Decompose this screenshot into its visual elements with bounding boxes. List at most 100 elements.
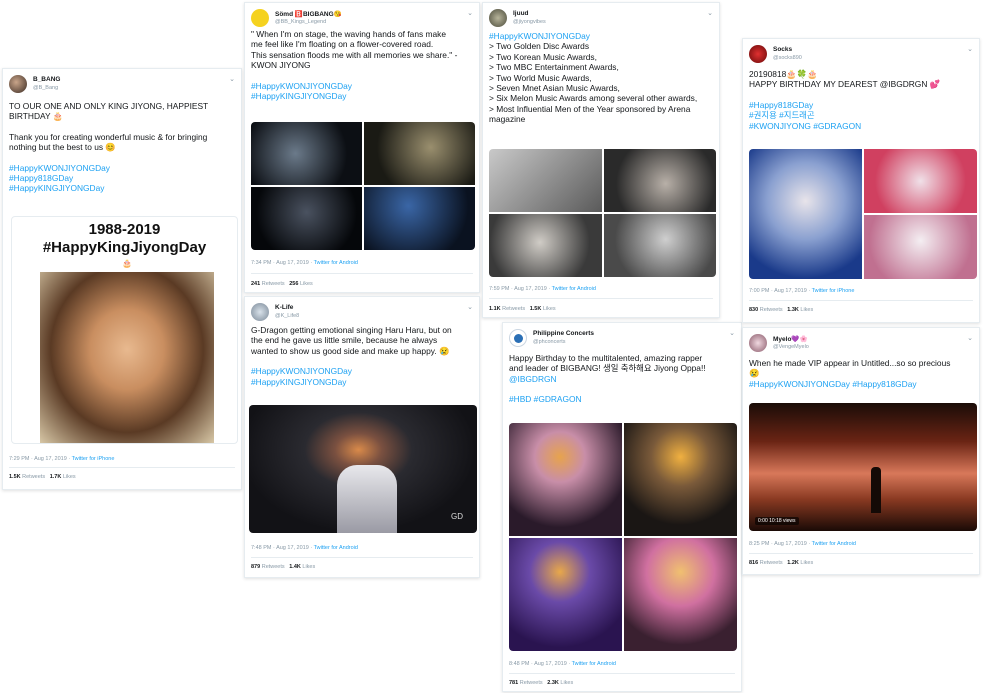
tweet-timestamp[interactable]: 8:48 PM · Aug 17, 2019 · Twitter for And… [509,661,616,667]
tweet-card-philippine-concerts[interactable]: Philippine Concerts @phconcerts ⌄ Happy … [502,322,742,692]
tweet-card-klife[interactable]: K-Life @K_Life8 ⌄ G-Dragon getting emoti… [244,296,480,578]
chevron-down-icon[interactable]: ⌄ [729,329,735,337]
concert-photo[interactable] [251,122,362,185]
like-count[interactable]: 1.3K [787,307,799,313]
hashtag-link[interactable]: #HappyKINGJIYONGDay [251,377,473,387]
display-name[interactable]: Philippine Concerts [533,330,594,337]
chevron-down-icon[interactable]: ⌄ [707,9,713,17]
user-handle[interactable]: @phconcerts [533,339,566,345]
tweet-timestamp[interactable]: 7:34 PM · Aug 17, 2019 · Twitter for And… [251,260,358,266]
video-controls[interactable]: 0:00 10:18 views [755,517,799,525]
retweet-count[interactable]: 830 [749,307,758,313]
chevron-down-icon[interactable]: ⌄ [967,334,973,342]
tweet-image-grid[interactable] [509,423,737,651]
user-handle[interactable]: @VengeMyelo [773,344,809,350]
tweet-card-ijuud[interactable]: Ijuud @jiyongvibes ⌄ #HappyKWONJIYONGDay… [482,2,720,318]
tweet-card-bbang[interactable]: B_BANG @B_Bang ⌄ TO OUR ONE AND ONLY KIN… [2,68,242,490]
concert-photo[interactable] [364,122,475,185]
concert-photo[interactable] [364,187,475,250]
user-handle[interactable]: @BB_Kings_Legend [275,19,326,25]
tweet-timestamp[interactable]: 7:00 PM · Aug 17, 2019 · Twitter for iPh… [749,288,854,294]
display-name[interactable]: Sömd 🅱️BIGBANG😘 [275,10,342,18]
chevron-down-icon[interactable]: ⌄ [467,303,473,311]
tweet-card-socks[interactable]: Socks @socks890 ⌄ 20190818🎂🍀🎂 HAPPY BIRT… [742,38,980,323]
tweet-timestamp[interactable]: 7:59 PM · Aug 17, 2019 · Twitter for And… [489,286,596,292]
avatar[interactable] [251,9,269,27]
tweet-source[interactable]: Twitter for Android [572,661,616,667]
retweet-count[interactable]: 781 [509,680,518,686]
display-name[interactable]: B_BANG [33,76,60,83]
hashtag-link[interactable]: #KWONJIYONG #GDRAGON [749,121,973,131]
tweet-image-grid[interactable] [749,149,977,279]
concert-photo[interactable] [509,538,622,651]
portrait-photo[interactable] [603,214,716,277]
concert-photo[interactable] [251,187,362,250]
stage-photo[interactable] [749,149,862,279]
avatar[interactable] [9,75,27,93]
retweet-count[interactable]: 879 [251,564,260,570]
tweet-card-myelo[interactable]: Myelo💜🌸 @VengeMyelo ⌄ When he made VIP a… [742,327,980,575]
user-handle[interactable]: @socks890 [773,55,802,61]
tweet-image-grid[interactable] [251,122,475,250]
tweet-card-somd[interactable]: Sömd 🅱️BIGBANG😘 @BB_Kings_Legend ⌄ " Whe… [244,2,480,293]
concert-photo[interactable] [624,423,737,536]
like-count[interactable]: 1.5K [530,306,542,312]
hashtag-link[interactable]: #HappyKWONJIYONGDay #Happy818GDay [749,379,973,389]
retweet-count[interactable]: 1.5K [9,474,21,480]
chevron-down-icon[interactable]: ⌄ [229,75,235,83]
tweet-video[interactable]: 0:00 10:18 views [749,403,977,531]
like-count[interactable]: 1.7K [50,474,62,480]
display-name[interactable]: K-Life [275,304,293,311]
concert-photo[interactable] [509,423,622,536]
retweet-count[interactable]: 816 [749,560,758,566]
tweet-image[interactable]: GD [249,405,477,533]
user-handle[interactable]: @K_Life8 [275,313,299,319]
avatar[interactable] [749,334,767,352]
retweet-count[interactable]: 1.1K [489,306,501,312]
hashtag-link[interactable]: #권지용 #지드래곤 [749,110,973,120]
display-name[interactable]: Ijuud [513,10,529,17]
hashtag-link[interactable]: #HappyKINGJIYONGDay [251,91,473,101]
tweet-source[interactable]: Twitter for Android [552,286,596,292]
stage-photo[interactable] [864,149,977,213]
portrait-photo[interactable] [489,149,602,212]
tweet-timestamp[interactable]: 7:48 PM · Aug 17, 2019 · Twitter for And… [251,545,358,551]
avatar[interactable] [251,303,269,321]
hashtag-link[interactable]: #Happy818GDay [749,100,973,110]
avatar[interactable] [749,45,767,63]
mention-link[interactable]: @IBGDRGN [509,374,735,384]
like-count[interactable]: 1.2K [787,560,799,566]
user-handle[interactable]: @B_Bang [33,85,58,91]
tweet-image-grid[interactable] [489,149,716,277]
stage-photo[interactable] [864,215,977,279]
portrait-photo[interactable] [489,214,602,277]
tweet-source[interactable]: Twitter for iPhone [812,288,855,294]
hashtag-link[interactable]: #HBD #GDRAGON [509,394,735,404]
tweet-header: Philippine Concerts @phconcerts ⌄ [509,329,735,351]
like-count[interactable]: 1.4K [289,564,301,570]
hashtag-link[interactable]: #HappyKWONJIYONGDay [489,31,713,41]
chevron-down-icon[interactable]: ⌄ [467,9,473,17]
chevron-down-icon[interactable]: ⌄ [967,45,973,53]
tweet-timestamp[interactable]: 7:29 PM · Aug 17, 2019 · Twitter for iPh… [9,456,114,462]
display-name[interactable]: Socks [773,46,792,53]
hashtag-link[interactable]: #HappyKINGJIYONGDay [9,183,235,193]
avatar[interactable] [509,329,527,347]
tweet-image[interactable]: 1988-2019 #HappyKingJiyongDay 🎂 [11,216,238,444]
tweet-timestamp[interactable]: 8:25 PM · Aug 17, 2019 · Twitter for And… [749,541,856,547]
portrait-photo[interactable] [603,149,716,212]
concert-photo[interactable] [624,538,737,651]
tweet-source[interactable]: Twitter for Android [314,260,358,266]
tweet-source[interactable]: Twitter for iPhone [72,456,115,462]
retweet-count[interactable]: 241 [251,281,260,287]
display-name[interactable]: Myelo💜🌸 [773,335,808,343]
tweet-source[interactable]: Twitter for Android [314,545,358,551]
avatar[interactable] [489,9,507,27]
hashtag-link[interactable]: #HappyKWONJIYONGDay [251,366,473,376]
hashtag-link[interactable]: #HappyKWONJIYONGDay [9,163,235,173]
tweet-source[interactable]: Twitter for Android [812,541,856,547]
user-handle[interactable]: @jiyongvibes [513,19,546,25]
hashtag-link[interactable]: #HappyKWONJIYONGDay [251,81,473,91]
hashtag-link[interactable]: #Happy818GDay [9,173,235,183]
like-count[interactable]: 2.3K [547,680,559,686]
